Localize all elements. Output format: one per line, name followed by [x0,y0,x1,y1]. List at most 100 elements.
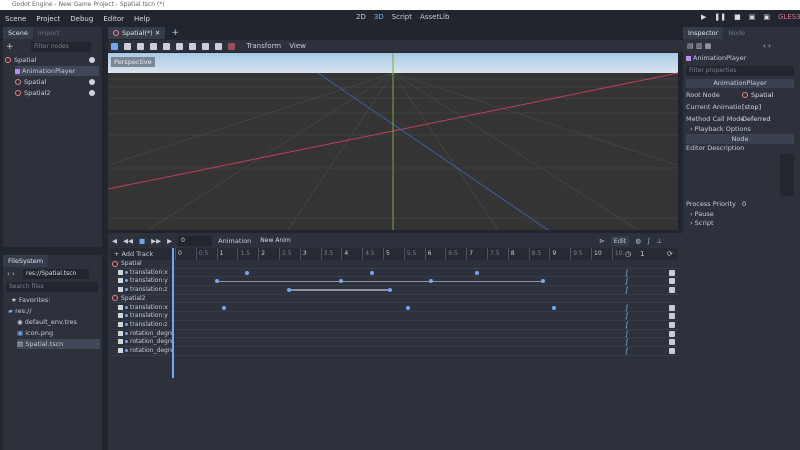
tree-item-spatial[interactable]: Spatial [15,77,99,87]
keyframe[interactable] [551,305,556,310]
workspace-2d[interactable]: 2D [356,13,366,21]
interpolation-icon[interactable]: ∫ [625,312,629,320]
timeline-ruler[interactable]: 0 0.5 1 1.5 2 2.5 3 3.5 4 4.5 5 5.5 6 6.5 7 7.5 8 8.5 9 9.5… [110,248,678,260]
tab-inspector[interactable]: Inspector [683,27,724,39]
list-icon[interactable] [163,42,170,50]
play-custom-icon[interactable]: ▣ [763,13,770,21]
track-enable-checkbox[interactable] [118,321,123,327]
path-field[interactable]: res://Spatial.tscn [23,269,89,279]
track-enable-checkbox[interactable] [118,304,123,310]
track-enable-checkbox[interactable] [118,278,123,284]
keyframe[interactable] [475,270,480,275]
root-node-value[interactable]: Spatial [742,90,773,100]
file-item[interactable]: ▣ icon.png [17,329,53,337]
keyframe[interactable] [244,270,249,275]
track-enable-checkbox[interactable] [118,313,123,319]
onion-skin-icon[interactable]: ◍ [635,237,641,245]
transform-menu[interactable]: Transform [246,42,281,50]
tab-node[interactable]: Node [723,27,750,39]
visibility-icon[interactable] [89,57,95,63]
keyframe[interactable] [428,279,433,284]
renderer-select[interactable]: GLES3 [778,13,800,21]
interpolation-icon[interactable]: ∫ [625,286,629,294]
track-enable-checkbox[interactable] [118,287,123,293]
tree-item-animationplayer[interactable]: AnimationPlayer [15,66,99,76]
track-group-header[interactable]: Spatial2 [110,295,678,304]
tab-scene[interactable]: Scene [3,27,33,39]
lock-icon[interactable] [176,42,183,50]
track-enable-checkbox[interactable] [118,339,123,345]
section-playback-options[interactable]: › Playback Options [686,124,794,134]
stop-icon[interactable]: ■ [139,237,145,245]
favorites-item[interactable]: ★ Favorites: [11,296,50,304]
tab-filesystem[interactable]: FileSystem [3,255,49,267]
3d-viewport[interactable]: Perspective [108,53,678,230]
history-arrows-icon[interactable]: ‹ › [7,270,15,278]
animation-select[interactable]: New Anim [257,236,594,246]
track-row[interactable]: translation:x ∫ [110,304,678,313]
track-group-header[interactable]: Spatial [110,260,678,269]
track-row[interactable]: translation:y ∫ [110,277,678,287]
delete-track-icon[interactable] [669,330,675,337]
delete-track-icon[interactable] [669,348,675,354]
keyframe[interactable] [541,279,546,284]
interpolation-icon[interactable]: ∫ [625,347,629,355]
workspace-script[interactable]: Script [392,13,412,21]
delete-track-icon[interactable] [669,321,675,328]
frame-input[interactable]: 0 [178,236,213,246]
delete-track-icon[interactable] [669,304,675,311]
keyframe[interactable] [286,288,291,293]
autoplay-icon[interactable]: ⊳ [599,237,604,245]
menu-debug[interactable]: Debug [65,15,98,23]
track-row[interactable]: translation:z ∫ [110,321,678,330]
keyframe[interactable] [405,305,410,310]
method-call-select[interactable]: Deferred [742,114,771,124]
track-enable-checkbox[interactable] [118,348,123,353]
track-row[interactable]: rotation_degre ∫ [110,330,678,339]
play-start-icon[interactable]: ▶▶ [151,237,161,245]
section-script[interactable]: › Script [686,218,794,228]
track-row[interactable]: translation:z ∫ [110,286,678,295]
play-scene-icon[interactable]: ▣ [749,13,756,21]
add-tab-icon[interactable]: + [171,28,179,38]
tree-item-spatial2[interactable]: Spatial2 [15,88,99,98]
edit-menu[interactable]: Edit [610,236,630,246]
keyframe[interactable] [388,288,393,293]
process-priority-input[interactable]: 0 [742,199,746,209]
track-row[interactable]: rotation_degre ∫ [110,338,678,347]
play-backwards-icon[interactable]: ◀ [112,237,117,245]
history-arrows-icon[interactable]: ‹ › [763,42,771,50]
track-enable-checkbox[interactable] [118,330,123,336]
visibility-icon[interactable] [89,90,95,96]
menu-help[interactable]: Help [129,15,155,23]
visibility-icon[interactable] [89,79,95,85]
animation-menu[interactable]: Animation [218,237,251,245]
file-item-selected[interactable]: ▤ Spatial.tscn [17,339,100,349]
delete-track-icon[interactable] [669,287,675,294]
play-icon[interactable]: ▶ [701,13,706,21]
tab-spatial-scene[interactable]: Spatial(*) ✕ [108,27,166,39]
delete-track-icon[interactable] [669,313,675,320]
tab-import[interactable]: Import [33,27,65,39]
view-menu[interactable]: View [289,42,306,50]
track-row[interactable]: translation:x ∫ [110,269,678,278]
loop-icon[interactable]: ⟳ [667,250,673,258]
track-row[interactable]: rotation_degre ∫ [110,347,678,356]
scale-tool-icon[interactable] [150,42,157,50]
menu-project[interactable]: Project [31,15,65,23]
keyframe[interactable] [222,305,227,310]
stop-icon[interactable]: ■ [734,13,741,21]
select-tool-icon[interactable] [111,42,118,50]
play-icon[interactable]: ▶ [167,237,172,245]
play-backwards-start-icon[interactable]: ◀◀ [123,237,133,245]
interpolation-icon[interactable]: ∫ [647,237,650,245]
filter-nodes-input[interactable]: Filter nodes [31,42,91,52]
playhead[interactable] [172,248,174,378]
perspective-menu[interactable]: Perspective [111,57,155,67]
camera-icon[interactable] [228,42,235,50]
tree-item-spatial-root[interactable]: Spatial [5,55,99,65]
group-icon[interactable] [189,42,196,50]
filter-properties-input[interactable]: Filter properties [686,66,794,76]
keyframe[interactable] [214,279,219,284]
interpolation-icon[interactable]: ∫ [625,330,629,338]
